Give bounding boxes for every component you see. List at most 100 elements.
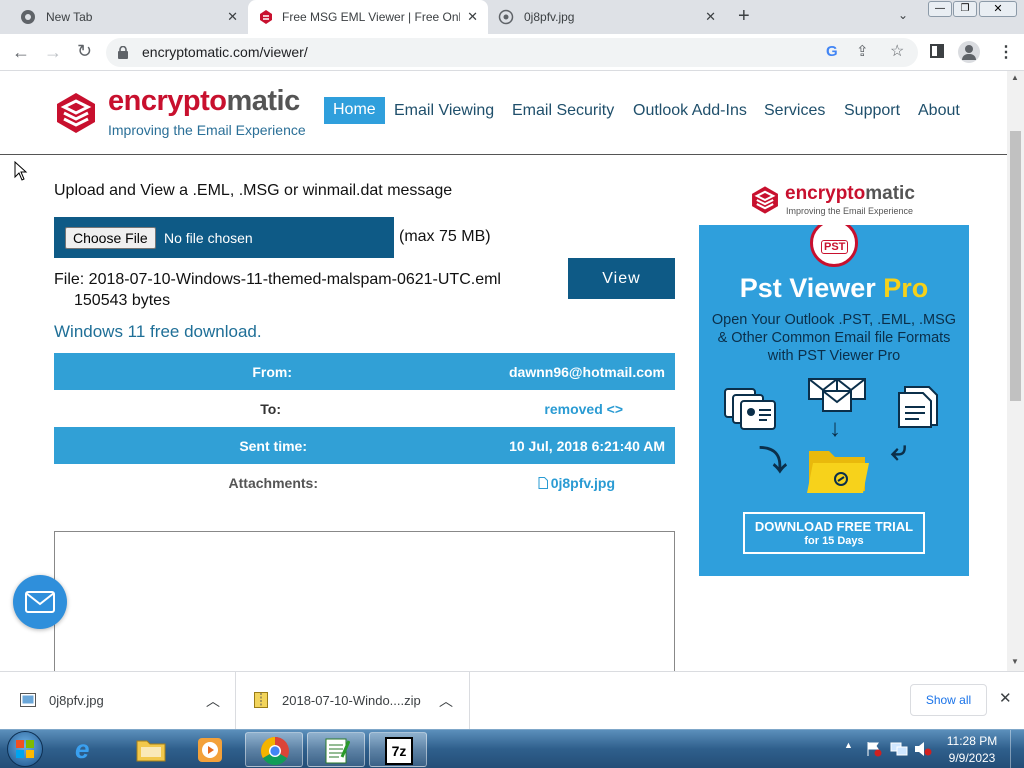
max-size-label: (max 75 MB) bbox=[399, 228, 491, 245]
nav-email-viewing[interactable]: Email Viewing bbox=[394, 102, 494, 120]
bookmark-star-icon[interactable]: ☆ bbox=[890, 41, 904, 61]
action-center-flag-icon[interactable] bbox=[866, 741, 882, 757]
download-trial-button[interactable]: DOWNLOAD FREE TRIAL for 15 Days bbox=[743, 512, 925, 554]
to-label: To: bbox=[260, 401, 281, 417]
nav-services[interactable]: Services bbox=[764, 102, 825, 120]
windows-taskbar: e 7z ▲ 11:28 PM 9/9/2023 bbox=[0, 729, 1024, 768]
ad-logo[interactable]: encryptomatic Improving the Email Experi… bbox=[750, 183, 920, 219]
scroll-thumb[interactable] bbox=[1010, 131, 1021, 401]
nav-email-security[interactable]: Email Security bbox=[512, 102, 614, 120]
nav-outlook-add-ins[interactable]: Outlook Add-Ins bbox=[633, 102, 747, 120]
chevron-up-icon[interactable]: ︿ bbox=[206, 691, 220, 711]
nav-support[interactable]: Support bbox=[844, 102, 900, 120]
tab-search-icon[interactable]: ⌄ bbox=[898, 8, 908, 22]
contact-cards-icon bbox=[724, 388, 776, 430]
choose-file-button[interactable]: Choose File bbox=[65, 227, 156, 249]
subject-link[interactable]: Windows 11 free download. bbox=[54, 322, 262, 342]
taskbar-media-player[interactable] bbox=[182, 732, 240, 767]
taskbar-chrome[interactable] bbox=[245, 732, 303, 767]
yellow-folder-icon bbox=[807, 451, 869, 493]
view-button[interactable]: View bbox=[568, 258, 675, 299]
tab-image[interactable]: 0j8pfv.jpg ✕ bbox=[488, 0, 728, 34]
tab-encryptomatic[interactable]: Free MSG EML Viewer | Free Onli ✕ bbox=[248, 0, 488, 34]
ad-logo-part-2: matic bbox=[865, 183, 915, 204]
internet-explorer-icon: e bbox=[75, 734, 90, 764]
chevron-up-icon[interactable]: ︿ bbox=[439, 691, 453, 711]
file-name: File: 2018-07-10-Windows-11-themed-malsp… bbox=[54, 271, 501, 288]
logo-part-1: encrypto bbox=[108, 85, 227, 117]
profile-avatar-icon[interactable] bbox=[958, 41, 980, 63]
taskbar-notepad[interactable] bbox=[307, 732, 365, 767]
close-icon[interactable]: ✕ bbox=[705, 9, 716, 25]
close-icon[interactable]: ✕ bbox=[227, 9, 238, 25]
restore-button[interactable]: ❐ bbox=[953, 1, 977, 17]
attachments-row: Attachments: 0j8pfv.jpg bbox=[54, 464, 675, 501]
menu-kebab-icon[interactable]: ⋮ bbox=[998, 42, 1014, 62]
forward-arrow-icon[interactable]: → bbox=[44, 42, 62, 63]
mouse-cursor-icon bbox=[14, 161, 28, 181]
nav-about[interactable]: About bbox=[918, 102, 960, 120]
viewer-heading: Upload and View a .EML, .MSG or winmail.… bbox=[54, 182, 453, 199]
scroll-up-icon[interactable]: ▲ bbox=[1011, 73, 1019, 82]
clock-date[interactable]: 9/9/2023 bbox=[940, 751, 1004, 765]
scroll-down-icon[interactable]: ▼ bbox=[1011, 657, 1019, 666]
network-icon[interactable] bbox=[890, 741, 908, 757]
tab-new-tab[interactable]: New Tab ✕ bbox=[12, 0, 248, 34]
download-item[interactable]: 0j8pfv.jpg ︿ bbox=[0, 672, 236, 729]
back-arrow-icon[interactable]: ← bbox=[12, 42, 30, 63]
curve-arrow-right-icon: ⤶ bbox=[891, 435, 907, 466]
header-divider bbox=[0, 154, 1007, 155]
vertical-scrollbar[interactable]: ▲ ▼ bbox=[1007, 71, 1024, 671]
taskbar-7zip[interactable]: 7z bbox=[369, 732, 427, 767]
tab-title: 0j8pfv.jpg bbox=[524, 10, 575, 24]
ad-title-pro: Pro bbox=[883, 273, 929, 303]
close-window-button[interactable]: ✕ bbox=[979, 1, 1017, 17]
tab-strip: New Tab ✕ Free MSG EML Viewer | Free Onl… bbox=[0, 0, 1024, 34]
message-body-frame bbox=[54, 531, 675, 671]
7zip-icon: 7z bbox=[385, 737, 413, 765]
address-bar[interactable]: encryptomatic.com/viewer/ G ⇪ ☆ bbox=[106, 38, 918, 67]
show-desktop-button[interactable] bbox=[1010, 730, 1024, 768]
ad-logo-part-1: encrypto bbox=[785, 183, 866, 204]
taskbar-explorer[interactable] bbox=[122, 732, 180, 767]
side-panel-icon[interactable] bbox=[930, 44, 944, 58]
trial-cta-line-2: for 15 Days bbox=[804, 535, 864, 547]
ad-banner[interactable]: PST Pst Viewer Pro Open Your Outlook .PS… bbox=[699, 225, 969, 576]
image-file-icon bbox=[20, 693, 36, 707]
contact-chat-button[interactable] bbox=[13, 575, 67, 629]
nav-home[interactable]: Home bbox=[324, 97, 385, 124]
encryptomatic-logo-icon[interactable] bbox=[54, 91, 98, 135]
download-item[interactable]: 2018-07-10-Windo....zip ︿ bbox=[236, 672, 470, 729]
curve-arrow-left-icon: ⤵ bbox=[759, 445, 788, 476]
down-arrow-icon: ↓ bbox=[829, 415, 841, 442]
ad-logo-icon bbox=[752, 186, 778, 214]
clock-time[interactable]: 11:28 PM bbox=[940, 734, 1004, 748]
google-icon[interactable]: G bbox=[826, 43, 838, 60]
reload-icon[interactable]: ↻ bbox=[77, 41, 92, 62]
zip-file-icon bbox=[254, 692, 268, 708]
url-text: encryptomatic.com/viewer/ bbox=[142, 44, 308, 60]
pst-badge-label: PST bbox=[821, 240, 849, 254]
taskbar-ie[interactable]: e bbox=[60, 732, 118, 767]
start-button[interactable] bbox=[4, 730, 46, 768]
share-icon[interactable]: ⇪ bbox=[856, 42, 869, 60]
minimize-button[interactable]: — bbox=[928, 1, 952, 17]
show-all-button[interactable]: Show all bbox=[910, 684, 987, 716]
site-logo-text[interactable]: encryptomatic bbox=[108, 85, 300, 118]
chrome-icon bbox=[261, 737, 289, 765]
close-icon[interactable]: ✕ bbox=[999, 689, 1012, 707]
site-tagline: Improving the Email Experience bbox=[108, 122, 306, 138]
to-value[interactable]: removed <> bbox=[544, 401, 623, 417]
show-hidden-icons[interactable]: ▲ bbox=[844, 740, 853, 750]
ad-title: Pst Viewer bbox=[739, 273, 884, 303]
folder-icon bbox=[136, 740, 166, 762]
globe-icon bbox=[498, 9, 514, 25]
close-icon[interactable]: ✕ bbox=[467, 9, 478, 25]
pst-badge-icon: PST bbox=[810, 225, 858, 267]
new-tab-button[interactable]: + bbox=[738, 5, 750, 28]
file-icon bbox=[538, 477, 548, 489]
sent-time-label: Sent time: bbox=[239, 438, 307, 454]
volume-muted-icon[interactable] bbox=[914, 741, 932, 757]
attachment-link[interactable]: 0j8pfv.jpg bbox=[538, 475, 615, 491]
attachments-label: Attachments: bbox=[228, 475, 318, 491]
